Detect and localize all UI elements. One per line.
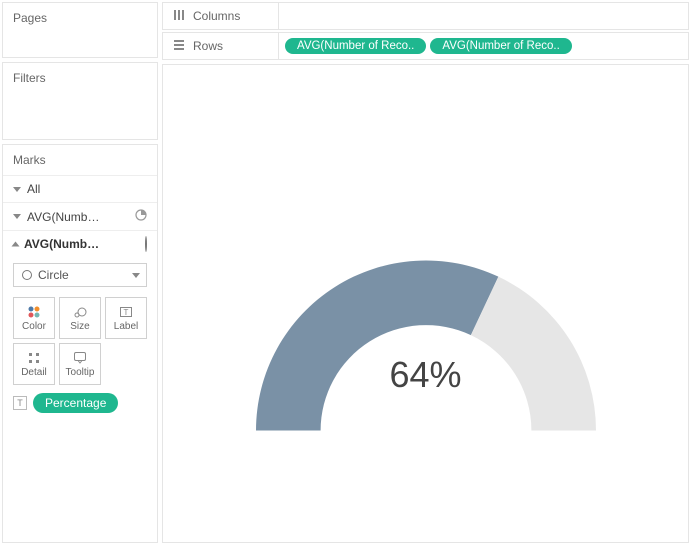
marks-row-all[interactable]: All <box>3 175 157 202</box>
detail-icon <box>27 351 41 365</box>
label-icon: T <box>119 305 133 319</box>
size-icon <box>73 305 87 319</box>
size-button[interactable]: Size <box>59 297 101 339</box>
svg-text:T: T <box>124 308 129 317</box>
rows-label: Rows <box>193 39 223 53</box>
detail-button-label: Detail <box>21 367 47 378</box>
chevron-down-icon <box>13 214 21 219</box>
columns-drop-area[interactable] <box>279 3 688 29</box>
visualization-canvas[interactable]: 64% <box>162 64 689 543</box>
marks-row-avg2-label: AVG(Numb… <box>24 237 99 251</box>
mark-type-selector[interactable]: Circle <box>13 263 147 287</box>
chevron-down-icon <box>13 187 21 192</box>
marks-title: Marks <box>3 145 157 175</box>
size-button-label: Size <box>70 321 89 332</box>
mark-type-label: Circle <box>38 268 69 282</box>
rows-icon <box>173 39 185 54</box>
rows-drop-area[interactable]: AVG(Number of Reco.. AVG(Number of Reco.… <box>279 33 688 59</box>
columns-icon <box>173 9 185 24</box>
color-button-label: Color <box>22 321 46 332</box>
label-t-icon: T <box>13 396 27 410</box>
percentage-pill[interactable]: Percentage <box>33 393 118 413</box>
color-button[interactable]: Color <box>13 297 55 339</box>
marks-row-avg1-label: AVG(Numb… <box>27 210 99 224</box>
color-icon <box>27 305 41 319</box>
filters-shelf[interactable]: Filters <box>2 62 158 140</box>
columns-shelf[interactable]: Columns <box>162 2 689 30</box>
filters-title: Filters <box>3 63 157 93</box>
circle-icon <box>145 237 147 251</box>
rows-shelf[interactable]: Rows AVG(Number of Reco.. AVG(Number of … <box>162 32 689 60</box>
rows-pill-2[interactable]: AVG(Number of Reco.. <box>430 38 571 54</box>
pie-icon <box>135 209 147 224</box>
gauge-chart <box>246 240 606 443</box>
tooltip-icon <box>73 351 87 365</box>
rows-pill-1[interactable]: AVG(Number of Reco.. <box>285 38 426 54</box>
marks-card: Marks All AVG(Numb… AVG(Numb… Circle <box>2 144 158 543</box>
gauge-center-label: 64% <box>389 354 461 396</box>
chevron-up-icon <box>12 242 20 247</box>
pages-title: Pages <box>3 3 157 33</box>
label-button[interactable]: T Label <box>105 297 147 339</box>
tooltip-button-label: Tooltip <box>66 367 95 378</box>
pages-shelf[interactable]: Pages <box>2 2 158 58</box>
circle-icon <box>22 270 32 280</box>
label-button-label: Label <box>114 321 138 332</box>
tooltip-button[interactable]: Tooltip <box>59 343 101 385</box>
detail-button[interactable]: Detail <box>13 343 55 385</box>
marks-row-avg2[interactable]: AVG(Numb… <box>3 230 157 257</box>
chevron-down-icon <box>132 273 140 278</box>
marks-row-avg1[interactable]: AVG(Numb… <box>3 202 157 230</box>
marks-row-all-label: All <box>27 182 40 196</box>
columns-label: Columns <box>193 9 240 23</box>
